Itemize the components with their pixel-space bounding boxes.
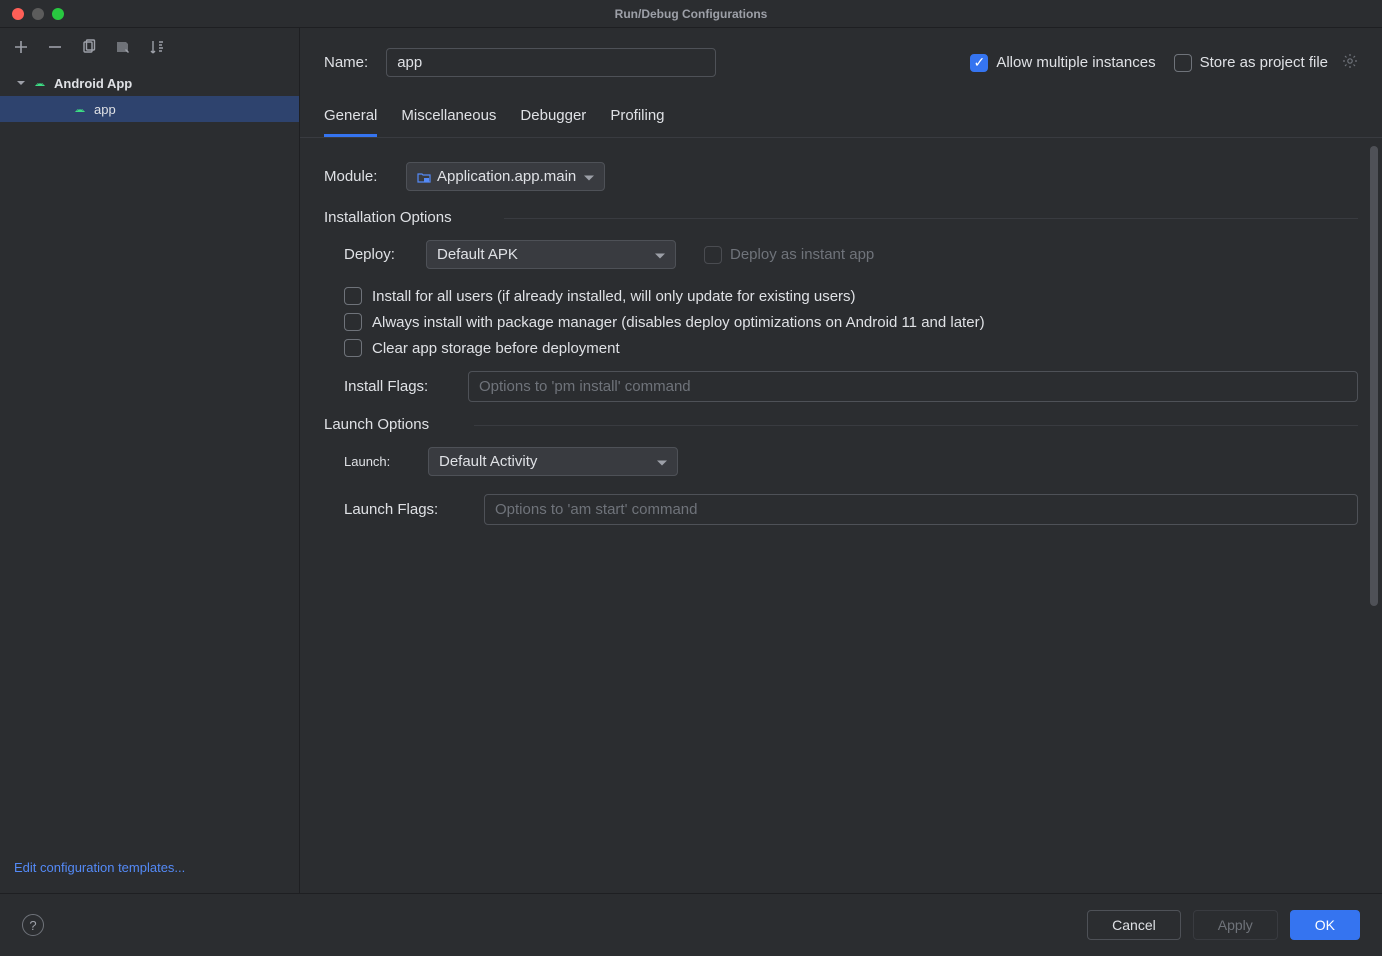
tab-general[interactable]: General — [324, 107, 377, 137]
tab-debugger[interactable]: Debugger — [520, 107, 586, 137]
sidebar-toolbar — [0, 28, 299, 66]
scrollbar[interactable] — [1370, 146, 1378, 606]
folder-icon — [417, 170, 431, 184]
launch-flags-input[interactable] — [484, 494, 1358, 525]
cancel-button[interactable]: Cancel — [1087, 910, 1181, 940]
add-configuration-icon[interactable] — [12, 38, 30, 56]
tab-profiling[interactable]: Profiling — [610, 107, 664, 137]
apply-button: Apply — [1193, 910, 1278, 940]
install-all-users-label: Install for all users (if already instal… — [372, 288, 856, 305]
always-pkg-manager-checkbox[interactable]: Always install with package manager (dis… — [344, 313, 1358, 331]
clear-storage-checkbox[interactable]: Clear app storage before deployment — [344, 339, 1358, 357]
launch-label: Launch: — [344, 454, 414, 469]
sort-configurations-icon[interactable] — [148, 38, 166, 56]
tree-item-app[interactable]: app — [0, 96, 299, 122]
titlebar: Run/Debug Configurations — [0, 0, 1382, 28]
clear-storage-label: Clear app storage before deployment — [372, 340, 620, 357]
checkbox-icon — [344, 339, 362, 357]
installation-options-title: Installation Options — [324, 209, 1358, 226]
name-input[interactable] — [386, 48, 716, 77]
close-window-button[interactable] — [12, 8, 24, 20]
save-configuration-icon[interactable] — [114, 38, 132, 56]
help-button[interactable]: ? — [22, 914, 44, 936]
checkbox-icon — [1174, 54, 1192, 72]
window-title: Run/Debug Configurations — [615, 7, 768, 21]
module-select[interactable]: Application.app.main — [406, 162, 605, 191]
launch-select[interactable]: Default Activity — [428, 447, 678, 476]
tree-item-label: app — [94, 102, 116, 117]
tab-miscellaneous[interactable]: Miscellaneous — [401, 107, 496, 137]
launch-options-title: Launch Options — [324, 416, 1358, 433]
tabs: General Miscellaneous Debugger Profiling — [300, 85, 1382, 138]
edit-templates-link[interactable]: Edit configuration templates... — [14, 860, 185, 875]
instant-app-checkbox: Deploy as instant app — [704, 246, 874, 264]
main-panel: Name: ✓ Allow multiple instances Store a… — [300, 28, 1382, 893]
chevron-down-icon — [16, 79, 26, 87]
remove-configuration-icon[interactable] — [46, 38, 64, 56]
button-bar: ? Cancel Apply OK — [0, 893, 1382, 956]
name-label: Name: — [324, 54, 368, 71]
install-all-users-checkbox[interactable]: Install for all users (if already instal… — [344, 287, 1358, 305]
checkbox-icon: ✓ — [970, 54, 988, 72]
launch-flags-label: Launch Flags: — [344, 501, 470, 518]
tree-group-label: Android App — [54, 76, 132, 91]
copy-configuration-icon[interactable] — [80, 38, 98, 56]
module-label: Module: — [324, 168, 392, 185]
deploy-value: Default APK — [437, 246, 518, 263]
store-as-project-checkbox[interactable]: Store as project file — [1174, 53, 1358, 72]
store-as-project-label: Store as project file — [1200, 54, 1328, 71]
checkbox-icon — [344, 313, 362, 331]
android-icon — [72, 102, 88, 116]
deploy-select[interactable]: Default APK — [426, 240, 676, 269]
configuration-tree: Android App app — [0, 66, 299, 850]
zoom-window-button[interactable] — [52, 8, 64, 20]
module-value: Application.app.main — [437, 168, 576, 185]
checkbox-icon — [344, 287, 362, 305]
allow-multiple-checkbox[interactable]: ✓ Allow multiple instances — [970, 54, 1155, 72]
launch-value: Default Activity — [439, 453, 537, 470]
minimize-window-button[interactable] — [32, 8, 44, 20]
sidebar: Android App app Edit configuration templ… — [0, 28, 300, 893]
android-icon — [32, 76, 48, 90]
allow-multiple-label: Allow multiple instances — [996, 54, 1155, 71]
always-pkg-manager-label: Always install with package manager (dis… — [372, 314, 985, 331]
checkbox-icon — [704, 246, 722, 264]
install-flags-label: Install Flags: — [344, 378, 454, 395]
gear-icon[interactable] — [1342, 53, 1358, 72]
install-flags-input[interactable] — [468, 371, 1358, 402]
ok-button[interactable]: OK — [1290, 910, 1360, 940]
deploy-label: Deploy: — [344, 246, 412, 263]
tree-group-android-app[interactable]: Android App — [0, 70, 299, 96]
instant-app-label: Deploy as instant app — [730, 246, 874, 263]
